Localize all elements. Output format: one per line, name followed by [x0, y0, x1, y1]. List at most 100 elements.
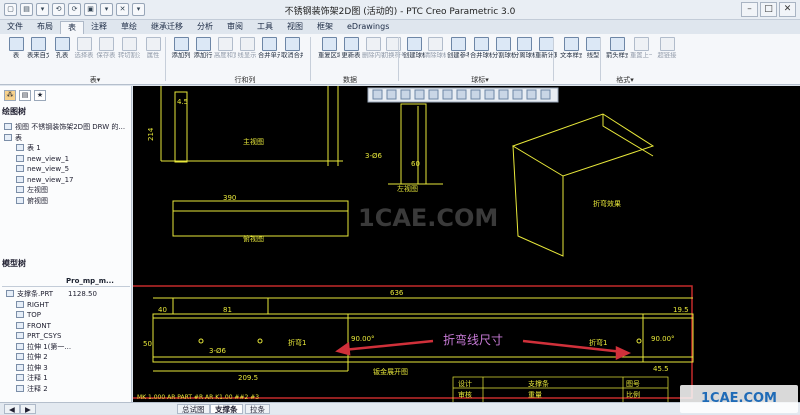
- tab-sheet-3[interactable]: 拉条: [245, 404, 270, 414]
- ribbon-button-icon: [261, 37, 277, 51]
- drawing-tree-item[interactable]: 表 1: [2, 143, 130, 154]
- ribbon-button-20[interactable]: 合并球标: [470, 36, 492, 74]
- model-tree-name: 支撑条.PRT: [2, 289, 68, 300]
- model-tree-item[interactable]: 注释 2: [2, 384, 130, 395]
- drawing-canvas[interactable]: 主视图 左视图 俯视图 折弯效果 钣金展开图 3-Ø6 3-Ø6 折弯1 折弯1…: [133, 86, 800, 402]
- drawing-tree-item[interactable]: 俯视图: [2, 196, 130, 207]
- ribbon-button-label: 添加行: [193, 52, 213, 59]
- ribbon-button-28[interactable]: 超链接: [656, 36, 678, 74]
- ribbon-group-label: 表▾: [89, 76, 101, 84]
- drawing-tree-item[interactable]: new_view_1: [2, 154, 130, 165]
- menu-tab-7[interactable]: 审阅: [220, 21, 250, 34]
- tree-item-label: PRT_CSYS: [27, 332, 62, 340]
- tree-node-icon: [16, 154, 24, 162]
- drawing-tree-item[interactable]: new_view_5: [2, 164, 130, 175]
- menu-tab-5[interactable]: 继承迁移: [144, 21, 190, 34]
- menu-tab-8[interactable]: 工具: [250, 21, 280, 34]
- ribbon-button-2[interactable]: 孔表: [51, 36, 73, 74]
- ribbon-button-17[interactable]: 创建球标: [403, 36, 425, 74]
- ribbon-button-label: 分离球标: [513, 52, 535, 59]
- ribbon-button-15[interactable]: 删除内容: [362, 36, 384, 74]
- tree-item-label: new_view_5: [27, 165, 70, 173]
- graphics-toolbar[interactable]: [367, 87, 559, 103]
- model-tree-item[interactable]: FRONT: [2, 321, 130, 332]
- ribbon-button-19[interactable]: 创建参考球标: [447, 36, 469, 74]
- model-tree-item[interactable]: RIGHT: [2, 300, 130, 311]
- ribbon-button-10[interactable]: 线显示: [236, 36, 258, 74]
- tree-node-icon: [4, 133, 12, 141]
- dim-19: 19.5: [673, 306, 689, 314]
- tab-folder-icon[interactable]: ▤: [19, 90, 31, 101]
- ribbon-button-27[interactable]: 重置上一球标: [630, 36, 652, 74]
- ribbon-button-0[interactable]: 表: [5, 36, 27, 74]
- tb-weight: 重量: [528, 391, 542, 399]
- model-tree-name: 注释 2: [2, 384, 68, 395]
- ribbon-button-6[interactable]: 属性: [142, 36, 164, 74]
- model-col-param: Pro_mp_m...: [66, 277, 114, 285]
- ribbon-button-11[interactable]: 合并单元格: [258, 36, 280, 74]
- ribbon-button-26[interactable]: 箭头样式: [606, 36, 628, 74]
- menu-tab-4[interactable]: 草绘: [114, 21, 144, 34]
- drawing-tree-item[interactable]: 表: [2, 133, 130, 144]
- model-tree-item[interactable]: 支撑条.PRT 1128.50: [2, 289, 130, 300]
- drawing-tree-item[interactable]: new_view_17: [2, 175, 130, 186]
- menu-tab-6[interactable]: 分析: [190, 21, 220, 34]
- ribbon-button-12[interactable]: 取消合并单元格: [281, 36, 303, 74]
- ribbon-button-4[interactable]: 保存表: [95, 36, 117, 74]
- menu-tab-9[interactable]: 视图: [280, 21, 310, 34]
- model-tree-name: TOP: [2, 310, 68, 321]
- drawing-sheet: 主视图 左视图 俯视图 折弯效果 钣金展开图 3-Ø6 3-Ø6 折弯1 折弯1…: [133, 86, 694, 402]
- model-tree-item[interactable]: 拉伸 1(第一...: [2, 342, 130, 353]
- ribbon-button-label: 选择表: [74, 52, 94, 59]
- ribbon-button-label: 创建球标: [403, 52, 425, 59]
- drawing-tree-item[interactable]: 视图 不锈钢装饰架2D图 DRW 的...: [2, 122, 130, 133]
- tab-sheet-1[interactable]: 总试图: [177, 404, 210, 414]
- ribbon-button-16[interactable]: 切换符号: [382, 36, 404, 74]
- minimize-button[interactable]: –: [741, 2, 758, 17]
- tree-node-icon: [16, 321, 24, 329]
- ribbon-button-22[interactable]: 分离球标: [513, 36, 535, 74]
- ribbon-button-13[interactable]: 重复区域: [318, 36, 340, 74]
- ribbon-button-14[interactable]: 更新表: [340, 36, 362, 74]
- tb-part: 支撑条: [528, 379, 549, 388]
- sheet-prev-icon[interactable]: ◀: [4, 404, 20, 414]
- tab-sheet-2[interactable]: 支撑条: [210, 404, 243, 414]
- model-tree-item[interactable]: 拉伸 2: [2, 352, 130, 363]
- menu-tab-11[interactable]: eDrawings: [340, 21, 396, 34]
- ribbon-button-8[interactable]: 添加行: [192, 36, 214, 74]
- menu-tab-2[interactable]: 表: [60, 21, 84, 34]
- ribbon-button-icon: [538, 37, 554, 51]
- close-button[interactable]: ✕: [779, 2, 796, 17]
- left-panel: ⁂ ▤ ★ 绘图树 视图 不锈钢装饰架2D图 DRW 的... 表表 1 new_v…: [0, 86, 132, 402]
- model-tree-item[interactable]: PRT_CSYS: [2, 331, 130, 342]
- dim-214: 214: [147, 127, 155, 141]
- model-tree-item[interactable]: TOP: [2, 310, 130, 321]
- menu-tab-10[interactable]: 框架: [310, 21, 340, 34]
- menu-tab-0[interactable]: 文件: [0, 21, 30, 34]
- dim-40: 40: [158, 306, 167, 314]
- ribbon-button-icon: [8, 37, 24, 51]
- label-main-view: 主视图: [243, 137, 264, 146]
- dim-4-5: 4.5: [177, 98, 188, 106]
- maximize-button[interactable]: □: [760, 2, 777, 17]
- tab-favorites-icon[interactable]: ★: [34, 90, 46, 101]
- ribbon-button-1[interactable]: 表来自文件: [27, 36, 49, 74]
- ribbon-button-3[interactable]: 选择表: [73, 36, 95, 74]
- ribbon-button-7[interactable]: 添加列: [170, 36, 192, 74]
- model-tree-item[interactable]: 注释 1: [2, 373, 130, 384]
- ribbon-button-24[interactable]: 文本样式: [560, 36, 582, 74]
- ribbon-button-9[interactable]: 高度和宽度: [214, 36, 236, 74]
- model-tree-item[interactable]: 拉伸 3: [2, 363, 130, 374]
- ribbon-button-label: 保存表: [96, 52, 116, 59]
- ribbon-button-5[interactable]: 转切割注: [118, 36, 140, 74]
- drawing-tree-item[interactable]: 左视图: [2, 185, 130, 196]
- watermark: 1CAE.COM: [680, 385, 798, 413]
- sheet-next-icon[interactable]: ▶: [20, 404, 36, 414]
- menu-tab-3[interactable]: 注释: [84, 21, 114, 34]
- menu-tab-1[interactable]: 布局: [30, 21, 60, 34]
- ribbon-button-18[interactable]: 清除球标: [424, 36, 446, 74]
- ribbon-button-21[interactable]: 分割球标: [492, 36, 514, 74]
- ribbon-button-label: 取消合并单元格: [281, 52, 303, 59]
- dim-60: 60: [411, 160, 420, 168]
- tab-model-tree-icon[interactable]: ⁂: [4, 90, 16, 101]
